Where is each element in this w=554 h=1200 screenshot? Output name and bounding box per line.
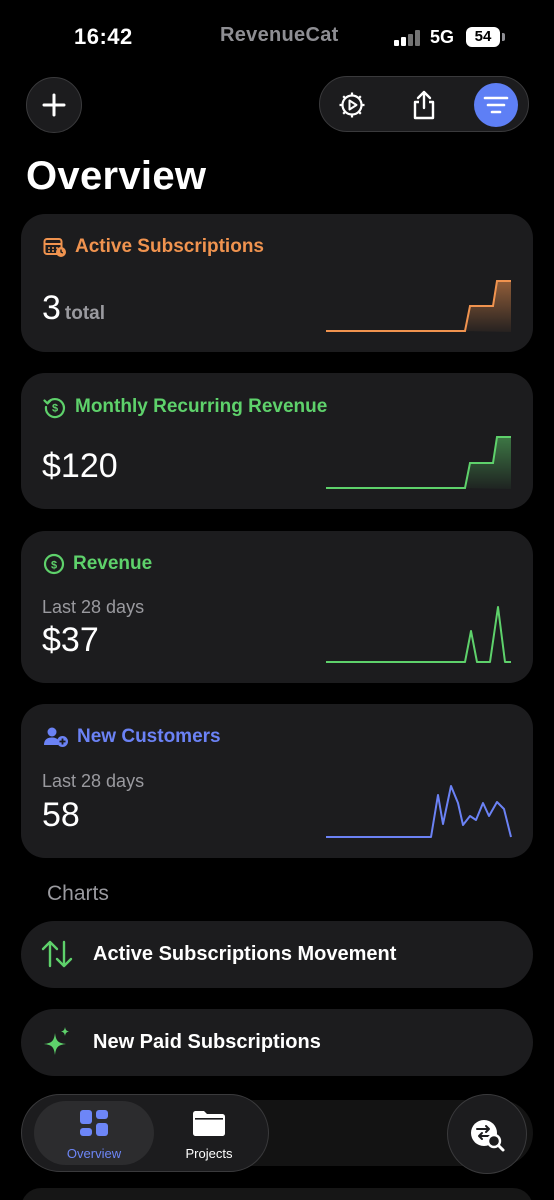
add-button[interactable]	[26, 77, 82, 133]
card-header: Active Subscriptions	[43, 236, 264, 258]
battery-icon: 54	[466, 27, 500, 47]
page-title: Overview	[26, 154, 207, 198]
card-header: $ Monthly Recurring Revenue	[43, 395, 327, 419]
dollar-refresh-icon: $	[43, 398, 66, 419]
chart-item-label: Active Subscriptions Movement	[93, 943, 397, 965]
tab-bar: Overview Projects	[21, 1094, 269, 1172]
folder-icon	[193, 1111, 225, 1136]
new-customers-card[interactable]: New Customers Last 28 days 58	[21, 704, 533, 858]
filter-lines-icon	[483, 96, 509, 114]
tab-projects[interactable]: Projects	[156, 1101, 262, 1165]
share-icon	[413, 90, 435, 120]
card-subtitle: Last 28 days	[42, 771, 145, 791]
new-customers-sparkline	[326, 785, 512, 838]
tab-projects-label: Projects	[185, 1146, 233, 1161]
revenue-sparkline	[326, 606, 511, 663]
svg-text:$: $	[52, 403, 58, 415]
card-value: 58	[42, 796, 80, 834]
card-unit: total	[64, 303, 106, 324]
person-add-icon	[44, 727, 68, 747]
card-header: New Customers	[43, 726, 221, 748]
revenue-card[interactable]: $ Revenue Last 28 days $37	[21, 531, 533, 683]
tab-overview[interactable]: Overview	[34, 1101, 154, 1165]
card-title: Monthly Recurring Revenue	[75, 396, 328, 417]
chart-item-active-subscriptions-movement[interactable]: Active Subscriptions Movement	[21, 921, 533, 988]
dashboard-icon	[80, 1110, 108, 1136]
settings-button[interactable]	[330, 83, 374, 127]
filter-button[interactable]	[474, 83, 518, 127]
card-header: $ Revenue	[43, 553, 152, 575]
dollar-circle-icon: $	[43, 553, 65, 575]
signal-icon	[394, 30, 422, 46]
card-value: 3 total	[42, 289, 106, 327]
active-subscriptions-card[interactable]: Active Subscriptions 3 total	[21, 214, 533, 352]
switch-project-search-button[interactable]	[447, 1094, 527, 1174]
mrr-sparkline	[326, 436, 511, 489]
mrr-card[interactable]: $ Monthly Recurring Revenue $120	[21, 373, 533, 509]
chart-item-new-paid-subscriptions[interactable]: New Paid Subscriptions	[21, 1009, 533, 1076]
gear-play-icon	[339, 92, 365, 118]
card-value: $37	[42, 621, 99, 659]
tab-overview-label: Overview	[66, 1146, 122, 1161]
status-bar: 16:42 RevenueCat 5G 54	[0, 0, 554, 70]
share-button[interactable]	[402, 83, 446, 127]
toolbar	[319, 76, 529, 132]
plus-icon	[42, 93, 66, 117]
card-subtitle: Last 28 days	[42, 597, 145, 617]
card-title: Revenue	[73, 553, 153, 574]
card-title: New Customers	[77, 726, 221, 747]
switch-search-icon	[471, 1120, 505, 1152]
up-down-arrows-icon	[39, 936, 75, 972]
network-type: 5G	[430, 27, 455, 47]
svg-text:$: $	[51, 560, 57, 572]
chart-item-label: New Paid Subscriptions	[93, 1031, 321, 1053]
active-subscriptions-sparkline	[326, 280, 511, 332]
status-time: 16:42	[74, 24, 133, 49]
battery-tip	[502, 33, 505, 41]
card-title: Active Subscriptions	[75, 236, 264, 257]
sparkles-icon	[39, 1024, 75, 1060]
charts-section-label: Charts	[47, 882, 109, 905]
hidden-chart-item	[21, 1188, 533, 1200]
calendar-clock-icon	[43, 238, 66, 257]
app-name: RevenueCat	[220, 24, 339, 46]
card-value: $120	[42, 447, 118, 485]
